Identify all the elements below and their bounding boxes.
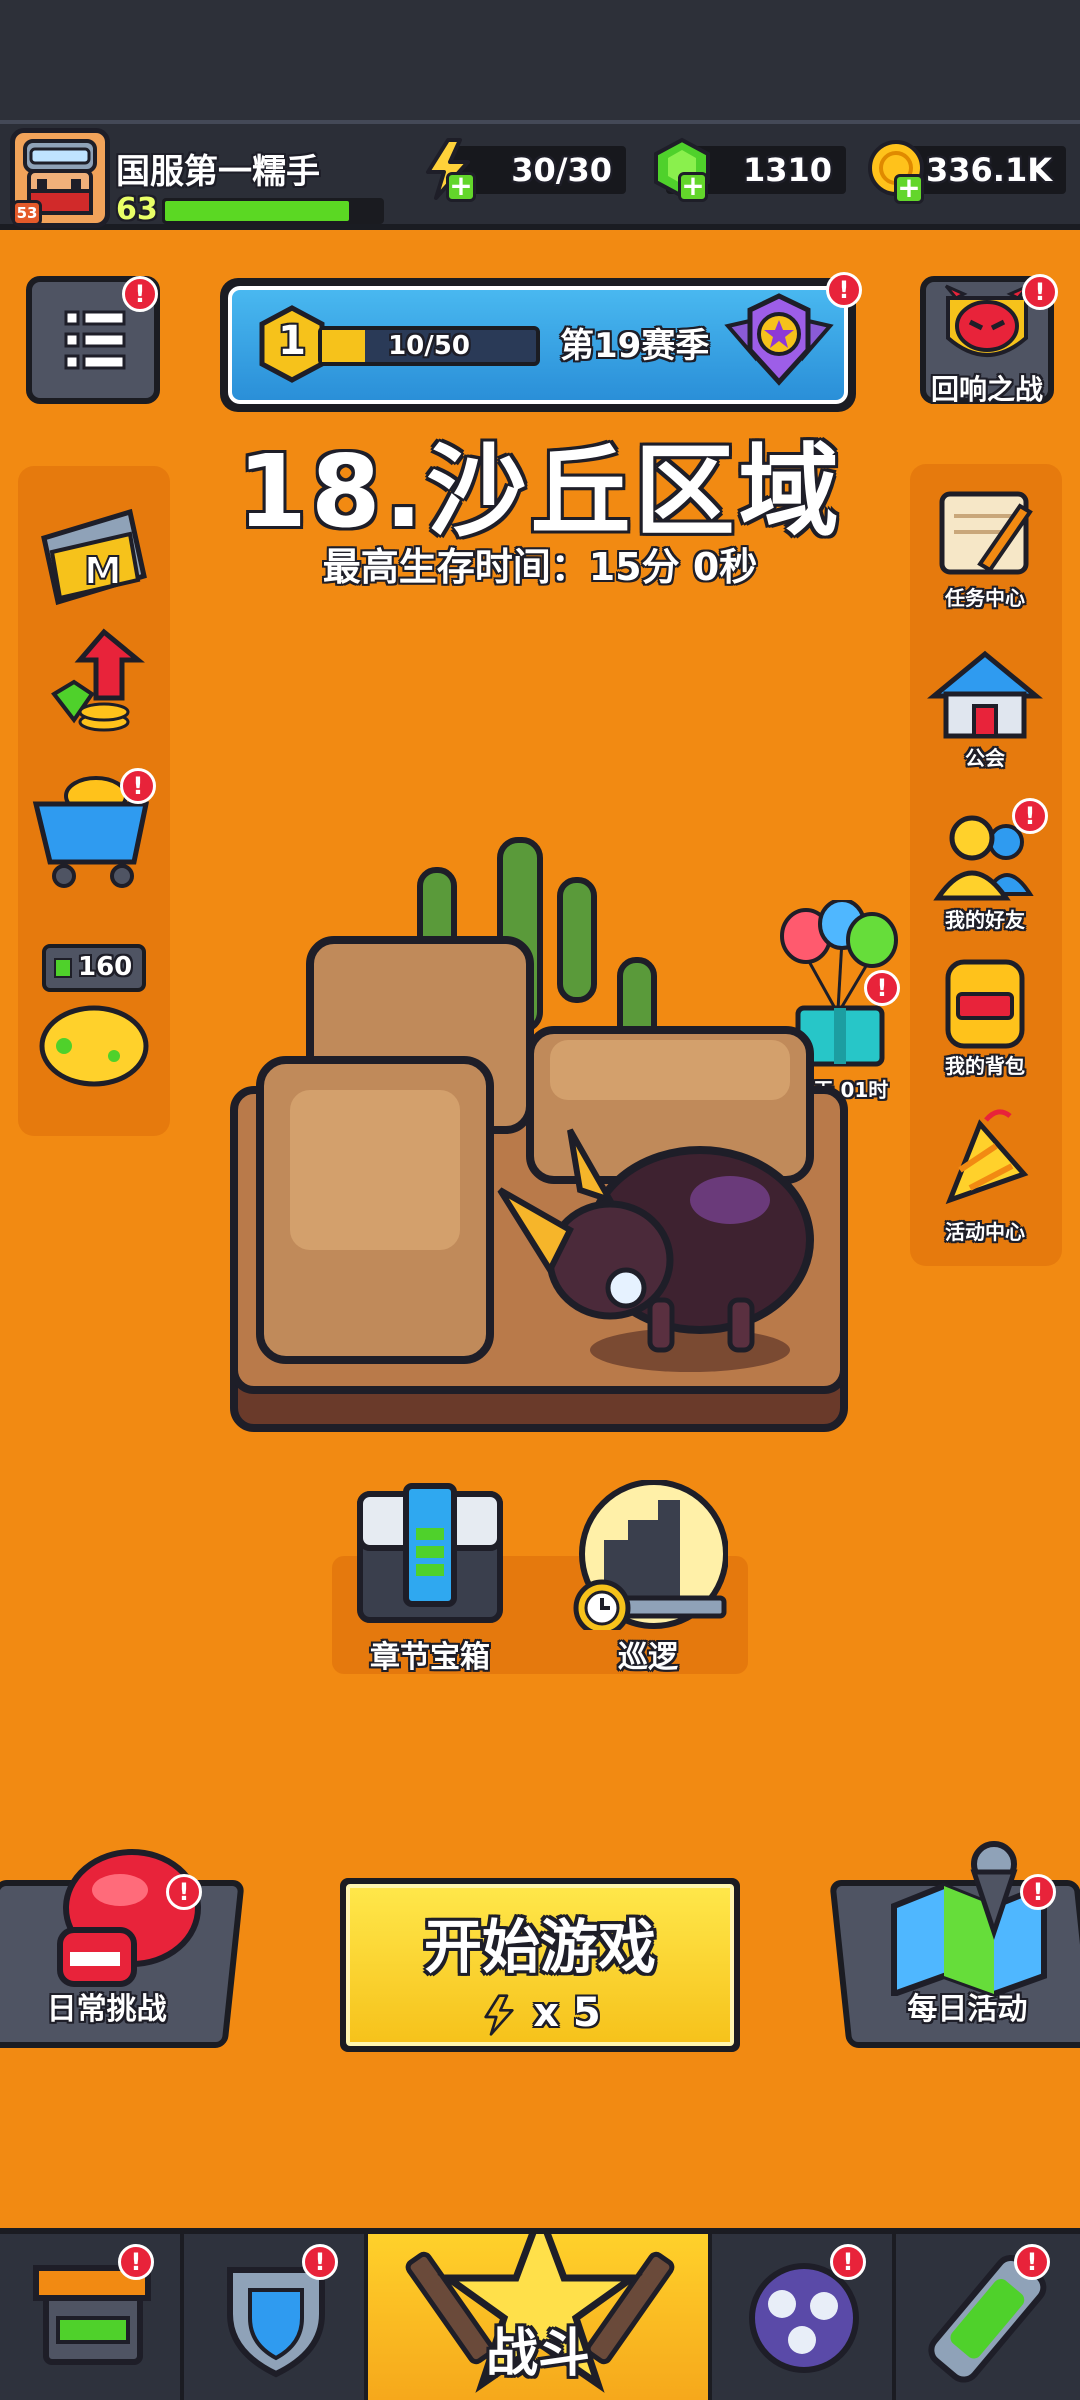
- party-popper-icon: [945, 1109, 1029, 1205]
- xp-bar-fill: [165, 201, 349, 221]
- season-alert-icon: !: [826, 272, 862, 308]
- guild-house-icon: [927, 650, 1043, 739]
- add-gems-icon[interactable]: +: [678, 172, 708, 202]
- patrol-icon: [573, 1479, 729, 1637]
- guild-label: 公会: [965, 746, 1005, 770]
- shop-alert-icon: !: [120, 768, 156, 804]
- friends-alert-icon: !: [1012, 798, 1048, 834]
- equipment-nav-alert-icon: !: [302, 2244, 338, 2280]
- shop-stall-icon: [33, 2265, 151, 2365]
- daily-activity-alert-icon: !: [1020, 1874, 1056, 1910]
- backpack-icon: [945, 959, 1025, 1049]
- xp-bar: [162, 198, 384, 224]
- nav-battle-tab[interactable]: 战斗: [368, 2204, 712, 2400]
- gem-icon[interactable]: +: [652, 136, 712, 202]
- quest-center-label: 任务中心: [945, 586, 1025, 610]
- backpack-button[interactable]: 我的背包: [920, 954, 1050, 1078]
- nav-talent-tab[interactable]: !: [712, 2234, 896, 2400]
- stage-diorama-image[interactable]: [230, 830, 850, 1450]
- dna-capsule-icon: [928, 2254, 1047, 2383]
- add-energy-icon[interactable]: +: [446, 172, 476, 202]
- growth-fund-icon[interactable]: [34, 624, 154, 744]
- shield-icon: [227, 2267, 325, 2378]
- friends-label: 我的好友: [945, 908, 1025, 932]
- nav-equipment-tab[interactable]: !: [184, 2234, 368, 2400]
- season-emblem-icon: [724, 290, 834, 390]
- talent-orb-icon: [749, 2263, 859, 2373]
- events-label: 活动中心: [945, 1220, 1025, 1244]
- season-progress-text: 10/50: [388, 331, 470, 361]
- piggy-bank-value: 160: [78, 952, 133, 982]
- chapter-chest-button[interactable]: 章节宝箱: [350, 1480, 510, 1675]
- patrol-label: 巡逻: [618, 1640, 678, 1675]
- piggy-gem-icon: [54, 958, 72, 978]
- monthly-card-icon[interactable]: M: [34, 494, 154, 614]
- chapter-chest-icon: [357, 1483, 503, 1623]
- status-bar: [0, 0, 1080, 120]
- golden-pig-icon: [39, 1005, 149, 1087]
- start-game-cost: x 5: [350, 1990, 730, 2039]
- season-title: 第19赛季: [560, 326, 710, 366]
- quest-center-button[interactable]: 任务中心: [920, 486, 1050, 610]
- patrol-button[interactable]: 巡逻: [568, 1479, 729, 1675]
- chapter-chest-label: 章节宝箱: [370, 1640, 490, 1675]
- boxing-glove-icon: [40, 1844, 210, 1994]
- start-cost-value: x 5: [533, 1990, 601, 2036]
- coin-icon[interactable]: +: [866, 136, 926, 204]
- energy-icon[interactable]: +: [418, 136, 478, 202]
- piggy-bank-button[interactable]: 160: [34, 944, 154, 1094]
- evolution-nav-alert-icon: !: [1014, 2244, 1050, 2280]
- backpack-label: 我的背包: [945, 1054, 1025, 1078]
- start-game-button[interactable]: 开始游戏 x 5: [340, 1878, 740, 2052]
- avatar-badge: 53: [12, 200, 42, 226]
- piggy-bank-balance: 160: [42, 944, 146, 992]
- menu-alert-icon: !: [122, 276, 158, 312]
- player-name: 国服第一糯手: [116, 152, 320, 192]
- map-pin-icon: [884, 1836, 1054, 1999]
- gift-alert-icon: !: [864, 970, 900, 1006]
- echo-battle-label: 回响之战: [930, 373, 1043, 406]
- add-coins-icon[interactable]: +: [894, 174, 924, 204]
- echo-battle-alert-icon: !: [1022, 274, 1058, 310]
- player-level: 63: [116, 192, 158, 227]
- season-rank-badge: 1: [258, 304, 326, 384]
- svg-text:M: M: [84, 549, 122, 593]
- scroll-quill-icon: [939, 491, 1033, 575]
- talent-nav-alert-icon: !: [830, 2244, 866, 2280]
- nav-shop-tab[interactable]: !: [0, 2234, 184, 2400]
- daily-challenge-alert-icon: !: [166, 1874, 202, 1910]
- energy-cost-icon: [484, 1994, 514, 2036]
- events-button[interactable]: 活动中心: [920, 1104, 1050, 1244]
- nav-battle-label: 战斗: [485, 2324, 590, 2384]
- nav-evolution-tab[interactable]: !: [896, 2234, 1080, 2400]
- guild-button[interactable]: 公会: [920, 646, 1050, 770]
- season-rank: 1: [278, 318, 306, 364]
- shop-nav-alert-icon: !: [118, 2244, 154, 2280]
- start-game-label: 开始游戏: [423, 1913, 656, 1981]
